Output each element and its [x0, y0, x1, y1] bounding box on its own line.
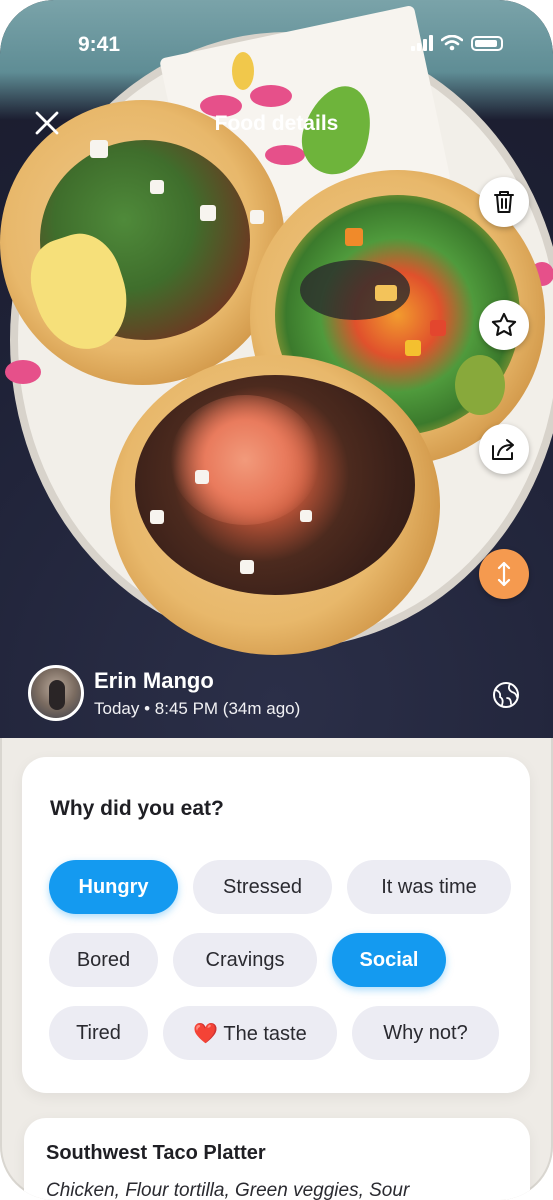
onion-piece [150, 180, 164, 194]
globe-icon[interactable] [491, 680, 521, 710]
meal-description: Chicken, Flour tortilla, Green veggies, … [46, 1180, 410, 1200]
pepper-piece [430, 320, 446, 336]
user-name: Erin Mango [94, 667, 214, 693]
reason-chip-it-was-time[interactable]: It was time [347, 860, 511, 914]
favorite-button[interactable] [479, 300, 529, 350]
paper-pattern [232, 52, 254, 90]
paper-pattern [265, 145, 305, 165]
eating-reason-card: Why did you eat? Hungry Stressed It was … [22, 757, 530, 1093]
reason-chip-why-not[interactable]: Why not? [352, 1006, 499, 1060]
onion-piece [90, 140, 108, 158]
guacamole [455, 355, 505, 415]
user-text: Erin Mango Today • 8:45 PM (34m ago) [94, 668, 300, 719]
user-info[interactable]: Erin Mango Today • 8:45 PM (34m ago) [28, 663, 300, 723]
onion-piece [150, 510, 164, 524]
wifi-icon [441, 35, 463, 51]
onion-piece [200, 205, 216, 221]
paper-pattern [250, 85, 292, 107]
trash-icon [494, 191, 514, 213]
delete-button[interactable] [479, 177, 529, 227]
onion-piece [240, 560, 254, 574]
meal-card[interactable]: Southwest Taco Platter Chicken, Flour to… [24, 1118, 530, 1200]
reason-chip-cravings[interactable]: Cravings [173, 933, 317, 987]
share-button[interactable] [479, 424, 529, 474]
reason-chip-social[interactable]: Social [332, 933, 446, 987]
reason-chip-stressed[interactable]: Stressed [193, 860, 332, 914]
onion-piece [300, 510, 312, 522]
meal-title: Southwest Taco Platter [46, 1142, 266, 1164]
reason-chip-tired[interactable]: Tired [49, 1006, 148, 1060]
pepper-piece [345, 228, 363, 246]
meal-timestamp: Today • 8:45 PM (34m ago) [94, 698, 301, 718]
sort-icon [497, 561, 511, 587]
food-photo: 9:41 Food details Erin Mango Today • 8:4… [0, 0, 553, 738]
onion-piece [195, 470, 209, 484]
phone-screen: 9:41 Food details Erin Mango Today • 8:4… [0, 0, 553, 1200]
star-icon [491, 312, 517, 336]
battery-icon [471, 35, 503, 51]
salsa [170, 395, 320, 525]
eating-reason-title: Why did you eat? [50, 797, 224, 820]
corn-piece [375, 285, 397, 301]
signal-icon [411, 35, 433, 51]
reason-chip-bored[interactable]: Bored [49, 933, 158, 987]
status-time: 9:41 [78, 33, 121, 56]
reason-chip-hungry[interactable]: Hungry [49, 860, 178, 914]
pepper-piece [405, 340, 421, 356]
onion-piece [250, 210, 264, 224]
share-icon [492, 439, 514, 460]
sort-button[interactable] [479, 549, 529, 599]
page-title: Food details [214, 112, 339, 135]
avatar[interactable] [28, 665, 84, 721]
status-icons [411, 35, 503, 51]
reason-chip-the-taste[interactable]: ❤️ The taste [163, 1006, 337, 1060]
paper-pattern [5, 360, 41, 384]
